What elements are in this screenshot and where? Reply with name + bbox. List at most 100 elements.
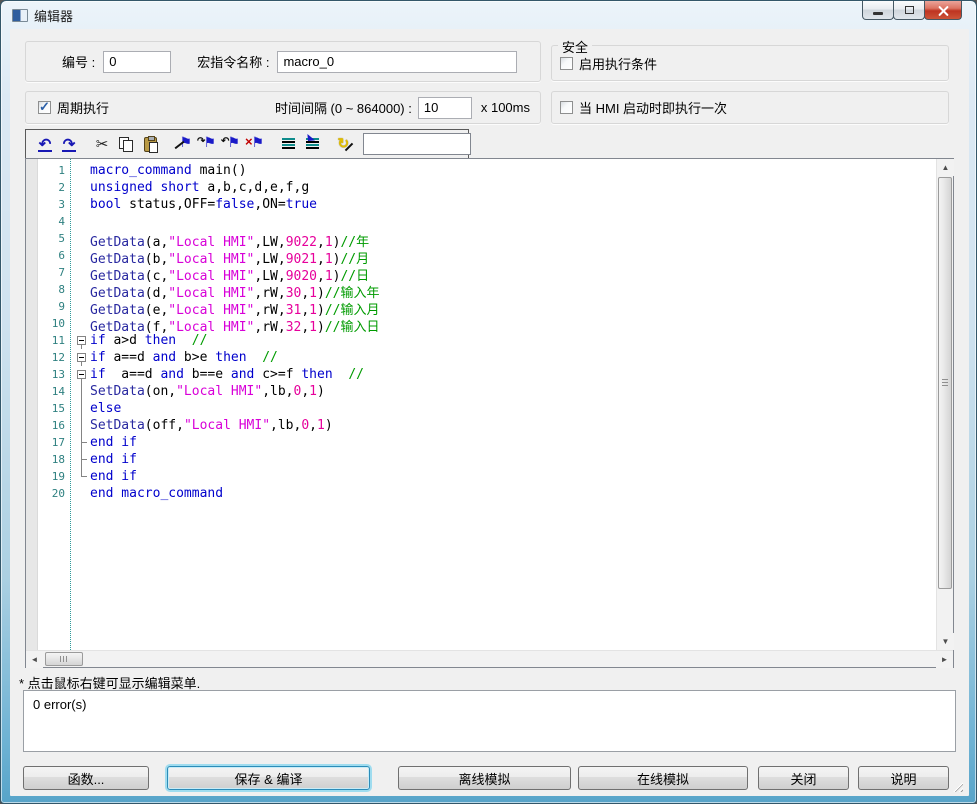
code-line[interactable]: 8GetData(d,"Local HMI",rW,30,1)//输入年: [26, 281, 936, 298]
code-line[interactable]: 20end macro_command: [26, 485, 936, 502]
token-function: SetData: [90, 384, 145, 399]
title-bar[interactable]: 编辑器: [1, 1, 976, 29]
close-dialog-button[interactable]: 关闭: [758, 766, 849, 790]
fold-margin-cell: [70, 281, 90, 298]
minimize-button[interactable]: [862, 1, 894, 20]
token-comment: //: [192, 333, 208, 348]
fold-toggle[interactable]: [70, 366, 90, 383]
code-line[interactable]: 19end if: [26, 468, 936, 485]
token-plain: ): [325, 418, 333, 433]
close-button[interactable]: [924, 1, 962, 20]
resize-grip[interactable]: [951, 780, 963, 792]
code-line[interactable]: 17 end if: [26, 434, 936, 451]
bookmark-toggle-icon: [175, 136, 191, 152]
redo-icon: [63, 137, 76, 152]
save-compile-button[interactable]: 保存 & 编译: [167, 766, 370, 790]
token-comment: //: [262, 350, 278, 365]
token-plain: status,OFF=: [121, 197, 215, 212]
code-line[interactable]: 18end if: [26, 451, 936, 468]
undo-icon: [39, 137, 52, 152]
code-line[interactable]: 16SetData(off,"Local HMI",lb,0,1): [26, 417, 936, 434]
token-keyword: if: [90, 350, 106, 365]
fold-margin-cell: [70, 247, 90, 264]
token-plain: ,: [301, 384, 309, 399]
code-line[interactable]: 5GetData(a,"Local HMI",LW,9022,1)//年: [26, 230, 936, 247]
token-number: 1: [309, 384, 317, 399]
code-text: if a>d then //: [90, 332, 207, 349]
code-text: macro_command main(): [90, 162, 247, 179]
interval-input[interactable]: [418, 97, 472, 119]
paste-icon-button[interactable]: [138, 132, 162, 156]
security-group: 安全 启用执行条件: [551, 45, 949, 81]
bookmark-clear-icon-button[interactable]: [243, 132, 267, 156]
code-text: end macro_command: [90, 485, 223, 502]
bookmark-prev-icon-button[interactable]: [219, 132, 243, 156]
macro-id-label: 编号 :: [62, 52, 95, 71]
macro-id-input[interactable]: [103, 51, 171, 73]
line-number: 14: [26, 383, 70, 400]
code-line[interactable]: 4: [26, 213, 936, 230]
code-line[interactable]: 6GetData(b,"Local HMI",LW,9021,1)//月: [26, 247, 936, 264]
code-area[interactable]: 1macro_command main()2unsigned short a,b…: [26, 159, 936, 650]
dialog-client-area: 编号 : 宏指令名称 : 安全 启用执行条件 周期执行 时间间隔 (0 ~ 86…: [10, 29, 969, 796]
run-on-startup-checkbox[interactable]: [560, 101, 573, 114]
goto-line-icon-button[interactable]: [300, 132, 324, 156]
line-number: 12: [26, 349, 70, 366]
bookmark-next-icon-button[interactable]: [195, 132, 219, 156]
scroll-right-button[interactable]: ►: [936, 651, 953, 668]
code-text: end if: [90, 434, 137, 451]
code-text: SetData(on,"Local HMI",lb,0,1): [90, 383, 325, 400]
redo-icon-button[interactable]: [57, 132, 81, 156]
code-line[interactable]: 11if a>d then //: [26, 332, 936, 349]
line-number: 16: [26, 417, 70, 434]
search-input[interactable]: [363, 133, 471, 155]
code-line[interactable]: 7GetData(c,"Local HMI",LW,9020,1)//日: [26, 264, 936, 281]
code-text: unsigned short a,b,c,d,e,f,g: [90, 179, 309, 196]
block-indent-icon-button[interactable]: [276, 132, 300, 156]
code-text: GetData(b,"Local HMI",LW,9021,1)//月: [90, 247, 369, 264]
periodic-checkbox[interactable]: [38, 101, 51, 114]
token-keyword: and: [231, 367, 254, 382]
help-button[interactable]: 说明: [858, 766, 949, 790]
code-line[interactable]: 3bool status,OFF=false,ON=true: [26, 196, 936, 213]
fold-toggle[interactable]: [70, 349, 90, 366]
code-line[interactable]: 14SetData(on,"Local HMI",lb,0,1): [26, 383, 936, 400]
vertical-scrollbar[interactable]: ▲ ▼: [936, 159, 953, 650]
macro-name-input[interactable]: [277, 51, 517, 73]
token-keyword: true: [286, 197, 317, 212]
online-simulation-button[interactable]: 在线模拟: [578, 766, 748, 790]
token-string: "Local HMI": [176, 384, 262, 399]
cut-icon-button[interactable]: [90, 132, 114, 156]
cut-icon: [96, 137, 109, 152]
scroll-down-button[interactable]: ▼: [937, 633, 954, 650]
fold-margin-cell: [70, 162, 90, 179]
code-line[interactable]: 2unsigned short a,b,c,d,e,f,g: [26, 179, 936, 196]
app-icon: [12, 9, 28, 22]
undo-icon-button[interactable]: [33, 132, 57, 156]
fold-toggle[interactable]: [70, 332, 90, 349]
enable-condition-checkbox[interactable]: [560, 57, 573, 70]
find-replace-icon-button[interactable]: [333, 132, 357, 156]
functions-button[interactable]: 函数...: [23, 766, 149, 790]
code-line[interactable]: 10GetData(f,"Local HMI",rW,32,1)//输入日: [26, 315, 936, 332]
scroll-left-button[interactable]: ◄: [26, 651, 43, 668]
code-line[interactable]: 13if a==d and b==e and c>=f then //: [26, 366, 936, 383]
bookmark-toggle-icon-button[interactable]: [171, 132, 195, 156]
vertical-scroll-thumb[interactable]: [938, 177, 952, 589]
maximize-button[interactable]: [893, 1, 925, 20]
line-number: 17: [26, 434, 70, 451]
code-line[interactable]: 9GetData(e,"Local HMI",rW,31,1)//输入月: [26, 298, 936, 315]
window-controls: [863, 1, 962, 20]
code-line[interactable]: 15else: [26, 400, 936, 417]
copy-icon-button[interactable]: [114, 132, 138, 156]
fold-margin-cell: [70, 298, 90, 315]
token-keyword: end if: [90, 435, 137, 450]
horizontal-scroll-thumb[interactable]: [45, 652, 83, 666]
code-line[interactable]: 1macro_command main(): [26, 162, 936, 179]
scroll-up-button[interactable]: ▲: [937, 159, 954, 176]
token-keyword: else: [90, 401, 121, 416]
offline-simulation-button[interactable]: 离线模拟: [398, 766, 571, 790]
code-line[interactable]: 12if a==d and b>e then //: [26, 349, 936, 366]
horizontal-scrollbar[interactable]: ◄ ►: [26, 650, 953, 667]
code-text: GetData(f,"Local HMI",rW,32,1)//输入日: [90, 315, 379, 332]
